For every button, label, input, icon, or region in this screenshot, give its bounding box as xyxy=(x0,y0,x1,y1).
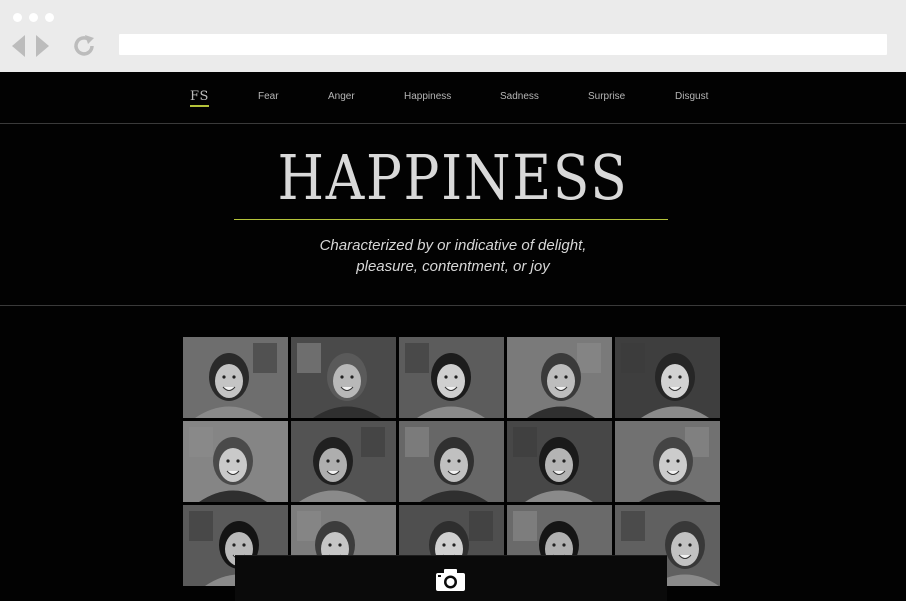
browser-chrome xyxy=(0,0,906,73)
webcam-photo[interactable] xyxy=(507,421,612,502)
portrait-image xyxy=(291,337,396,418)
nav-link-disgust[interactable]: Disgust xyxy=(675,91,708,102)
address-bar[interactable] xyxy=(119,34,887,55)
nav-link-anger[interactable]: Anger xyxy=(328,91,355,102)
hero-section: HAPPINESS Characterized by or indicative… xyxy=(0,124,906,306)
nav-link-surprise[interactable]: Surprise xyxy=(588,91,625,102)
back-icon[interactable] xyxy=(12,35,25,57)
photo-grid xyxy=(183,337,720,586)
site-logo[interactable]: FS xyxy=(190,89,209,107)
portrait-image xyxy=(399,421,504,502)
reload-icon[interactable] xyxy=(71,33,97,59)
description-line-1: Characterized by or indicative of deligh… xyxy=(319,237,587,254)
description-line-2: pleasure, contentment, or joy xyxy=(356,258,550,275)
title-underline xyxy=(234,219,668,220)
portrait-image xyxy=(507,337,612,418)
camera-icon[interactable] xyxy=(435,568,466,592)
webcam-photo[interactable] xyxy=(399,421,504,502)
webcam-photo[interactable] xyxy=(507,337,612,418)
nav-link-fear[interactable]: Fear xyxy=(258,91,279,102)
portrait-image xyxy=(507,421,612,502)
top-navigation: FS Fear Anger Happiness Sadness Surprise… xyxy=(0,72,906,124)
webcam-photo[interactable] xyxy=(291,421,396,502)
window-dot-maximize[interactable] xyxy=(45,13,54,22)
portrait-image xyxy=(183,337,288,418)
page-title: HAPPINESS xyxy=(277,141,629,214)
browser-nav-arrows xyxy=(12,35,49,57)
window-dot-close[interactable] xyxy=(13,13,22,22)
webcam-photo[interactable] xyxy=(615,421,720,502)
portrait-image xyxy=(399,337,504,418)
portrait-image xyxy=(183,421,288,502)
webcam-photo[interactable] xyxy=(399,337,504,418)
nav-link-happiness[interactable]: Happiness xyxy=(404,91,451,102)
forward-icon[interactable] xyxy=(36,35,49,57)
webcam-photo[interactable] xyxy=(615,337,720,418)
camera-bar xyxy=(235,555,667,601)
portrait-image xyxy=(615,337,720,418)
portrait-image xyxy=(291,421,396,502)
web-page: FS Fear Anger Happiness Sadness Surprise… xyxy=(0,72,906,601)
nav-link-sadness[interactable]: Sadness xyxy=(500,91,539,102)
emotion-description: Characterized by or indicative of deligh… xyxy=(253,235,653,277)
webcam-photo[interactable] xyxy=(183,421,288,502)
webcam-photo[interactable] xyxy=(291,337,396,418)
webcam-photo[interactable] xyxy=(183,337,288,418)
window-dot-minimize[interactable] xyxy=(29,13,38,22)
portrait-image xyxy=(615,421,720,502)
